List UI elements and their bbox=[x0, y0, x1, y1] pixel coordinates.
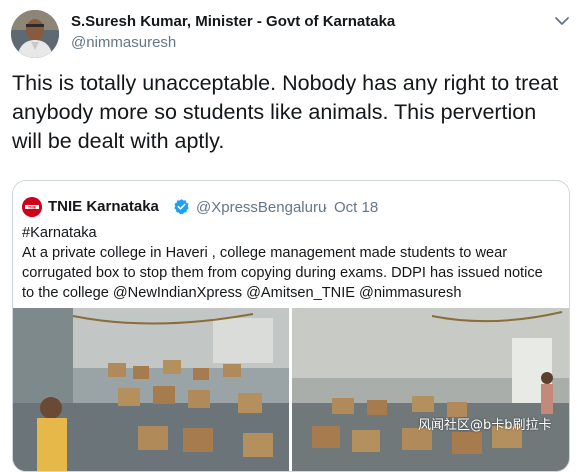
avatar-image bbox=[11, 10, 59, 58]
tweet-text-line: will be dealt with aptly. bbox=[12, 129, 225, 153]
quoted-text-line: to the college @NewIndianXpress @Amitsen… bbox=[22, 285, 462, 301]
author-handle[interactable]: @nimmasuresh bbox=[71, 34, 176, 51]
quoted-hashtag[interactable]: #Karnataka bbox=[22, 223, 562, 243]
quoted-photo-right[interactable] bbox=[292, 308, 569, 471]
tweet-text: This is totally unacceptable. Nobody has… bbox=[12, 69, 572, 156]
tnie-logo-text: TNIE bbox=[28, 205, 37, 209]
separator-dot: · bbox=[323, 199, 328, 216]
author-avatar[interactable] bbox=[11, 10, 59, 58]
quoted-author-handle[interactable]: @XpressBengaluru bbox=[196, 199, 326, 216]
author-name[interactable]: S.Suresh Kumar, Minister - Govt of Karna… bbox=[71, 13, 395, 30]
tweet-text-line: This is totally unacceptable. Nobody has… bbox=[12, 71, 559, 95]
quoted-text: #Karnataka At a private college in Haver… bbox=[22, 223, 562, 303]
classroom-photo bbox=[292, 308, 569, 471]
quoted-author-name[interactable]: TNIE Karnataka bbox=[48, 198, 159, 215]
watermark: 风闻社区@b卡b刷拉卡 bbox=[418, 418, 552, 433]
quoted-text-line: At a private college in Haveri , college… bbox=[22, 245, 508, 261]
tnie-logo-mark: TNIE bbox=[22, 197, 42, 217]
quoted-text-line: corrugated box to stop them from copying… bbox=[22, 265, 543, 281]
tweet-card: S.Suresh Kumar, Minister - Govt of Karna… bbox=[0, 0, 580, 472]
chevron-down-icon[interactable] bbox=[553, 12, 571, 30]
quoted-date[interactable]: Oct 18 bbox=[334, 199, 378, 216]
verified-badge-icon bbox=[174, 199, 189, 215]
tnie-logo-icon[interactable]: TNIE bbox=[22, 197, 42, 217]
classroom-photo bbox=[13, 308, 289, 471]
quoted-photo-left[interactable] bbox=[13, 308, 289, 471]
tweet-text-line: anybody more so students like animals. T… bbox=[12, 100, 537, 124]
